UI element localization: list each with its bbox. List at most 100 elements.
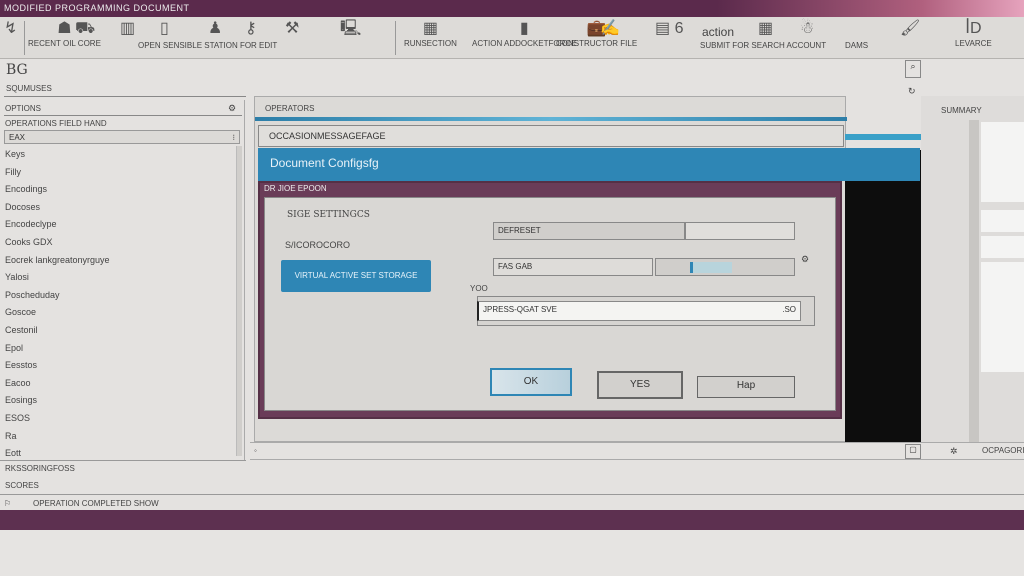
toolbar-person-button[interactable]: ♟ — [208, 19, 222, 39]
message-text: OCCASIONMESSAGEFAGE — [269, 131, 386, 141]
field-1-extra[interactable] — [685, 222, 795, 240]
toolbar-id-button[interactable]: ꟾD LEVARCE — [955, 19, 992, 48]
title-bar: MODIFIED PROGRAMMING DOCUMENT — [0, 0, 1024, 17]
field-2[interactable]: FAS GAB — [493, 258, 653, 276]
toolbar-grid-button[interactable]: ▦ RUNSECTION — [404, 19, 457, 48]
sidebar-item[interactable]: Keys — [5, 149, 25, 159]
paint-icon: 🖌 — [900, 20, 921, 37]
document-title-bar: Document Configsfg — [258, 148, 920, 181]
desktop-background — [0, 530, 1024, 576]
chart-icon: ▥ — [120, 20, 136, 37]
toolbar-people-button[interactable]: ☃ — [800, 19, 814, 39]
grid-icon: ▦ — [422, 20, 438, 37]
dark-panel — [845, 150, 921, 442]
toolbar-divider — [24, 21, 25, 55]
building-icon: ▦ — [758, 20, 774, 37]
toolbar-label: RUNSECTION — [404, 39, 457, 48]
person-icon: ♟ — [208, 20, 223, 37]
dialog-title: DR JIOE EPOON — [264, 184, 327, 193]
sidebar-scrollbar[interactable] — [236, 146, 242, 456]
main-header: OPERATORS — [265, 104, 315, 113]
bottom-bar: ◦ ▢ ✲ OCPAGORI — [250, 442, 1024, 460]
toolbar-dams-label[interactable]: DAMS — [845, 41, 868, 50]
document-icon: ▯ — [160, 20, 169, 37]
document-title: Document Configsfg — [270, 156, 379, 170]
sidebar-item[interactable]: Cooks GDX — [5, 237, 53, 247]
sidebar-item[interactable]: Eott — [5, 448, 21, 458]
toolbar-building-button[interactable]: ▦ — [758, 19, 773, 39]
table-icon: ▤ 6 — [655, 20, 684, 37]
sidebar-item[interactable]: Poscheduday — [5, 290, 60, 300]
toolbar-truck-button[interactable]: ⛟ — [75, 19, 95, 39]
dialog-sub-label: S/ICOROCORO — [285, 240, 351, 250]
sidebar-dropdown[interactable]: EAX ⁝ — [4, 130, 240, 144]
field-3-suffix: .SO — [782, 305, 796, 314]
toolbar-paint-button[interactable]: 🖌 — [900, 19, 920, 39]
id-icon: ꟾD — [965, 20, 982, 37]
refresh-icon[interactable]: ↻ — [908, 86, 916, 97]
sidebar-footer-line: SCORES — [5, 481, 39, 490]
settings-dialog: DR JIOE EPOON SIGE SETTINGCS S/ICOROCORO… — [258, 181, 842, 419]
sidebar-item[interactable]: Yalosi — [5, 272, 29, 282]
toolbar-label: OPEN SENSIBLE STATION FOR EDIT — [138, 41, 278, 50]
briefcase-icon: 💼 — [586, 20, 607, 37]
settings-icon[interactable]: ⚙ — [801, 254, 809, 265]
field-2-spinner[interactable] — [655, 258, 795, 276]
panel-subtitle: SQUMUSES — [6, 84, 52, 93]
cancel-button[interactable]: Hap — [697, 376, 795, 398]
sidebar-item[interactable]: Cestonil — [5, 325, 38, 335]
signature-icon: ✍ — [600, 20, 620, 37]
sidebar-settings-icon[interactable]: ⚙ — [228, 103, 236, 114]
virtual-storage-button[interactable]: VIRTUAL ACTIVE SET STORAGE — [281, 260, 431, 292]
sidebar-item[interactable]: Filly — [5, 167, 21, 177]
settings-icon[interactable]: ✲ — [950, 446, 958, 457]
toolbar-briefcase-button[interactable]: 💼 CONSTRUCTOR FILE — [556, 19, 637, 48]
sidebar-item[interactable]: Eocrek lankgreatonyrguye — [5, 255, 110, 265]
sidebar-item[interactable]: Goscoe — [5, 307, 36, 317]
bottom-bar-marker: ◦ — [254, 446, 257, 455]
sidebar-item[interactable]: ESOS — [5, 413, 30, 423]
sidebar-field-label: OPERATIONS FIELD HAND — [5, 119, 107, 128]
truck-icon: ⛟ — [75, 20, 96, 37]
sidebar-item[interactable]: Encodeclype — [5, 219, 57, 229]
toolbar-label: CONSTRUCTOR FILE — [556, 39, 638, 48]
field-1[interactable]: DEFRESET — [493, 222, 685, 240]
page-icon[interactable]: ▢ — [905, 444, 921, 459]
apply-button[interactable]: YES — [597, 371, 683, 399]
taskbar — [0, 510, 1024, 530]
sidebar-item[interactable]: Epol — [5, 343, 23, 353]
sidebar-item[interactable]: Docoses — [5, 202, 40, 212]
toolbar-action-label[interactable]: action — [702, 25, 734, 39]
toolbar-menu[interactable]: ↯ — [4, 19, 17, 39]
summary-panel: SUMMARY — [921, 96, 1024, 442]
field-3-value: JPRESS-QGAT SVE — [483, 305, 557, 314]
dropdown-value: EAX — [9, 133, 26, 142]
sidebar-item[interactable]: Eosings — [5, 395, 37, 405]
search-icon[interactable]: ⌕ — [905, 60, 921, 78]
sidebar: OPTIONS ⚙ OPERATIONS FIELD HAND EAX ⁝ Key… — [0, 100, 245, 460]
sidebar-item[interactable]: Ra — [5, 431, 17, 441]
toolbar-computer-button[interactable]: 🖳 — [340, 19, 361, 39]
toolbar-badge: 6 — [674, 20, 684, 37]
toolbar-table-button[interactable]: ▤ 6 — [655, 19, 683, 39]
divider — [4, 96, 246, 97]
people-icon: ☃ — [800, 20, 815, 37]
window-title: MODIFIED PROGRAMMING DOCUMENT — [4, 3, 190, 13]
toolbar-tools-button[interactable]: ⚒ — [285, 19, 299, 39]
chevron-down-icon: ⁝ — [232, 133, 235, 142]
toolbar-chart-button[interactable]: ▥ — [120, 19, 135, 39]
status-icon: ⚐ — [4, 499, 12, 508]
sidebar-item[interactable]: Eesstos — [5, 360, 37, 370]
key-icon: ⚷ — [245, 20, 257, 37]
status-text: OPERATION COMPLETED SHOW — [33, 499, 159, 508]
sidebar-item[interactable]: Encodings — [5, 184, 47, 194]
ok-button[interactable]: OK — [490, 368, 572, 396]
computer-icon: 🖳 — [340, 20, 362, 37]
field-3-input[interactable]: JPRESS-QGAT SVE .SO — [477, 301, 801, 321]
toolbar-key-button[interactable]: ⚷ — [245, 19, 257, 39]
sidebar-header: OPTIONS — [5, 104, 42, 113]
sidebar-item[interactable]: Eacoo — [5, 378, 31, 388]
toolbar-signature-button[interactable]: ✍ — [600, 19, 620, 39]
toolbar-divider — [395, 21, 396, 55]
toolbar-document-button[interactable]: ▯ — [160, 19, 169, 39]
